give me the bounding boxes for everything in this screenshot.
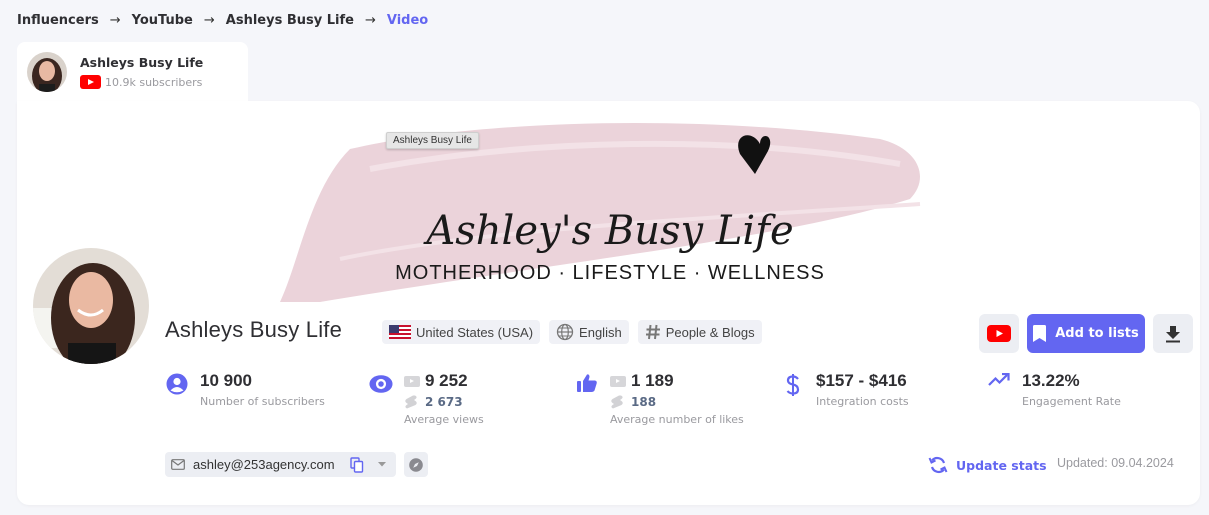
youtube-icon xyxy=(987,325,1011,342)
updated-date: Updated: 09.04.2024 xyxy=(1057,456,1174,470)
mail-icon xyxy=(171,459,185,470)
email-field[interactable]: ashley@253agency.com xyxy=(165,452,396,477)
us-flag-icon xyxy=(389,325,411,339)
add-to-lists-button[interactable]: Add to lists xyxy=(1027,314,1145,353)
email-value[interactable]: ashley@253agency.com xyxy=(193,457,350,472)
youtube-video-icon xyxy=(610,375,626,387)
breadcrumb-influencers[interactable]: Influencers xyxy=(17,13,99,28)
channel-tab-name: Ashleys Busy Life xyxy=(80,55,204,70)
category-chip: People & Blogs xyxy=(637,320,762,344)
breadcrumb-channel[interactable]: Ashleys Busy Life xyxy=(226,13,354,28)
shorts-icon xyxy=(405,395,417,409)
banner-script-title: Ashley's Busy Life xyxy=(422,208,793,254)
breadcrumb-arrow-icon: → xyxy=(364,13,376,28)
language-label: English xyxy=(579,324,622,340)
channel-mini-avatar xyxy=(27,52,67,92)
banner-tagline: MOTHERHOOD · LIFESTYLE · WELLNESS xyxy=(395,262,825,284)
channel-banner: Ashley's Busy Life MOTHERHOOD · LIFESTYL… xyxy=(280,109,940,302)
subscribers-value: 10 900 xyxy=(200,371,252,390)
costs-value: $157 - $416 xyxy=(816,371,907,390)
views-shorts-value: 2 673 xyxy=(425,395,463,409)
category-label: People & Blogs xyxy=(665,324,755,340)
country-chip: United States (USA) xyxy=(382,320,541,344)
breadcrumb-video: Video xyxy=(386,13,429,28)
stat-views: 9 252 2 673 Average views xyxy=(369,371,484,426)
download-icon xyxy=(1166,325,1180,342)
thumbs-up-icon xyxy=(577,374,597,392)
user-icon xyxy=(166,373,188,395)
profile-actions: Add to lists xyxy=(979,314,1193,353)
views-video-value: 9 252 xyxy=(425,371,468,390)
globe-icon xyxy=(556,323,574,341)
compass-button[interactable] xyxy=(404,452,428,477)
stat-likes: 1 189 188 Average number of likes xyxy=(575,371,744,426)
eye-icon xyxy=(369,375,393,393)
copy-icon[interactable] xyxy=(350,456,364,473)
refresh-icon xyxy=(928,456,948,474)
likes-shorts-value: 188 xyxy=(631,395,657,409)
update-stats-label: Update stats xyxy=(956,457,1047,473)
stat-subscribers: 10 900 Number of subscribers xyxy=(165,371,325,408)
compass-icon xyxy=(409,457,423,472)
channel-tab[interactable]: Ashleys Busy Life 10.9k subscribers xyxy=(17,42,248,102)
open-youtube-button[interactable] xyxy=(979,314,1019,353)
shorts-icon xyxy=(611,395,623,409)
youtube-icon xyxy=(80,75,101,89)
hashtag-icon xyxy=(645,324,660,340)
stat-costs: $157 - $416 Integration costs xyxy=(781,371,909,408)
banner-tooltip: Ashleys Busy Life xyxy=(386,132,479,149)
dollar-icon xyxy=(786,374,800,396)
views-label: Average views xyxy=(404,413,484,426)
profile-name: Ashleys Busy Life xyxy=(165,317,343,342)
breadcrumb-youtube[interactable]: YouTube xyxy=(132,13,193,28)
breadcrumb-arrow-icon: → xyxy=(109,13,121,28)
profile-tags: United States (USA) English People & Blo… xyxy=(382,320,762,344)
bookmark-icon xyxy=(1033,325,1047,342)
costs-label: Integration costs xyxy=(816,395,909,408)
chevron-down-icon[interactable] xyxy=(378,462,386,467)
download-button[interactable] xyxy=(1153,314,1193,353)
likes-label: Average number of likes xyxy=(610,413,744,426)
breadcrumb-arrow-icon: → xyxy=(203,13,215,28)
engagement-value: 13.22% xyxy=(1022,371,1080,390)
engagement-label: Engagement Rate xyxy=(1022,395,1121,408)
trending-up-icon xyxy=(988,373,1010,386)
language-chip: English xyxy=(549,320,629,344)
update-stats-button[interactable]: Update stats xyxy=(928,456,1047,474)
avatar xyxy=(33,248,149,364)
influencer-card: Ashley's Busy Life MOTHERHOOD · LIFESTYL… xyxy=(17,101,1200,505)
channel-tab-subscribers: 10.9k subscribers xyxy=(105,75,203,89)
country-label: United States (USA) xyxy=(416,324,534,340)
breadcrumb: Influencers → YouTube → Ashleys Busy Lif… xyxy=(17,13,428,28)
likes-video-value: 1 189 xyxy=(631,371,674,390)
youtube-video-icon xyxy=(404,375,420,387)
add-to-lists-label: Add to lists xyxy=(1055,326,1139,341)
stat-engagement: 13.22% Engagement Rate xyxy=(987,371,1121,408)
subscribers-label: Number of subscribers xyxy=(200,395,325,408)
